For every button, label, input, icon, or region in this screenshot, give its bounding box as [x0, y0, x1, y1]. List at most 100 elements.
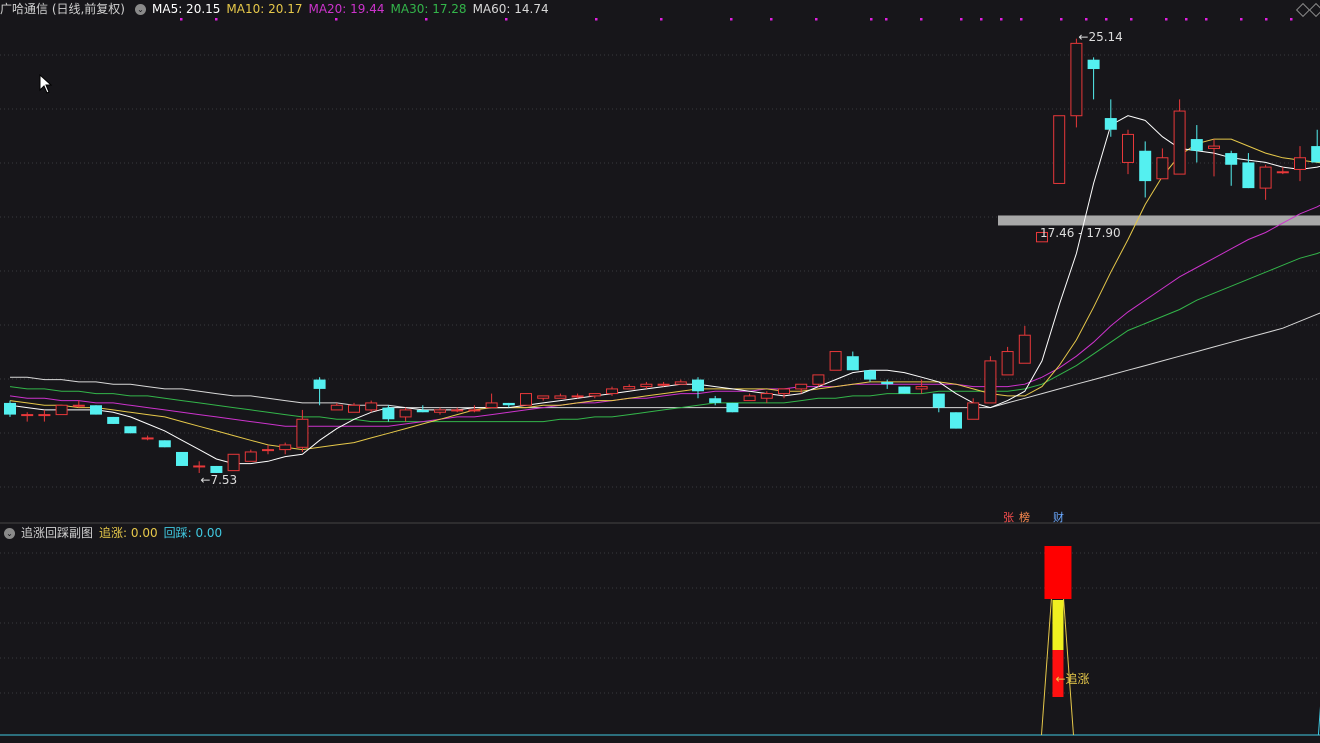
candle-body: [313, 379, 326, 389]
candle-body: [279, 444, 292, 451]
candle-body: [348, 404, 360, 413]
candle-body: [21, 414, 34, 417]
candle-body: [726, 402, 739, 413]
candle-body: [743, 395, 756, 402]
candle-body: [1001, 351, 1014, 376]
candle-body: [4, 402, 16, 415]
gap-range-label: 17.46 - 17.90: [1040, 226, 1121, 241]
candle-body: [864, 370, 876, 380]
candle-body: [107, 416, 120, 424]
signal-dot: [770, 18, 773, 21]
candle-body: [588, 393, 601, 397]
signal-dot: [505, 18, 508, 21]
support-band: [998, 215, 1320, 226]
signal-dot: [215, 18, 218, 21]
signal-dot: [660, 18, 663, 21]
candle-body: [244, 451, 257, 462]
signal-dot: [870, 18, 873, 21]
signal-dot: [730, 18, 733, 21]
signal-stem: [1052, 600, 1064, 650]
candle-body: [382, 407, 395, 420]
signal-dot: [1000, 18, 1003, 21]
candle-body: [829, 351, 842, 371]
candle-body: [262, 449, 274, 452]
signal-dot: [335, 18, 338, 21]
chart-canvas[interactable]: [0, 0, 1320, 743]
signal-dot: [1020, 18, 1023, 21]
candle-body: [778, 388, 790, 395]
candle-body: [1053, 115, 1066, 184]
candle-body: [1242, 162, 1255, 189]
candle-body: [1276, 171, 1289, 174]
signal-dot: [180, 18, 183, 21]
candle-body: [1070, 42, 1083, 117]
signal-dot: [1130, 18, 1133, 21]
candle-body: [950, 412, 962, 429]
high-price-label: ←25.14: [1078, 29, 1123, 44]
ranking-marker[interactable]: 榜: [1019, 509, 1030, 525]
candle-body: [674, 381, 687, 385]
ma10-line: [9, 138, 1320, 451]
signal-dot: [1240, 18, 1243, 21]
candle-body: [984, 360, 997, 404]
candle-body: [881, 381, 894, 385]
candle-body: [1208, 145, 1220, 149]
candle-body: [296, 418, 309, 448]
candle-body: [1294, 157, 1306, 170]
candle-body: [1156, 157, 1169, 180]
candle-body: [795, 383, 808, 390]
candle-body: [365, 402, 378, 411]
candle-body: [623, 386, 636, 390]
candle-body: [1190, 139, 1203, 151]
signal-dot: [1290, 18, 1293, 21]
candle-body: [520, 393, 532, 406]
candle-body: [846, 356, 859, 371]
candle-body: [709, 398, 722, 403]
candle-body: [1225, 153, 1238, 165]
finance-marker[interactable]: 财: [1053, 509, 1064, 525]
candle-body: [72, 404, 85, 407]
candle-body: [554, 395, 567, 399]
candle-body: [158, 440, 171, 448]
candle-body: [330, 404, 343, 411]
candle-body: [1018, 334, 1031, 364]
candle-body: [141, 437, 154, 440]
candle-body: [692, 379, 704, 392]
candle-body: [434, 409, 446, 413]
candle-body: [485, 402, 498, 409]
signal-dot: [960, 18, 963, 21]
candle-body: [1173, 110, 1186, 175]
signal-dot: [1105, 18, 1108, 21]
candle-body: [55, 404, 68, 416]
signal-dot: [425, 18, 428, 21]
candle-body: [124, 426, 137, 434]
mouse-cursor-icon: [39, 74, 53, 94]
candle-body: [606, 388, 618, 395]
candle-body: [640, 383, 653, 388]
candle-body: [227, 453, 240, 472]
candle-body: [1311, 146, 1320, 163]
candle-body: [468, 409, 481, 412]
signal-dot: [1205, 18, 1208, 21]
candle-body: [1104, 118, 1117, 130]
limit-up-marker[interactable]: 张: [1003, 509, 1014, 525]
signal-dot: [815, 18, 818, 21]
candle-body: [1259, 166, 1272, 189]
signal-funnel-line: [1062, 597, 1074, 736]
candle-body: [38, 414, 51, 417]
candle-body: [967, 402, 980, 420]
signal-dot: [595, 18, 598, 21]
candle-body: [537, 395, 550, 399]
signal-dot: [1185, 18, 1188, 21]
candle-body: [760, 393, 773, 399]
candle-body: [915, 386, 928, 390]
candle-body: [657, 383, 670, 386]
signal-dot: [920, 18, 923, 21]
signal-head: [1044, 546, 1072, 599]
candle-body: [1139, 150, 1152, 182]
candle-body: [898, 386, 911, 394]
signal-dot: [1165, 18, 1168, 21]
signal-dot: [980, 18, 983, 21]
candle-body: [176, 451, 188, 466]
signal-funnel-line: [1040, 597, 1052, 736]
